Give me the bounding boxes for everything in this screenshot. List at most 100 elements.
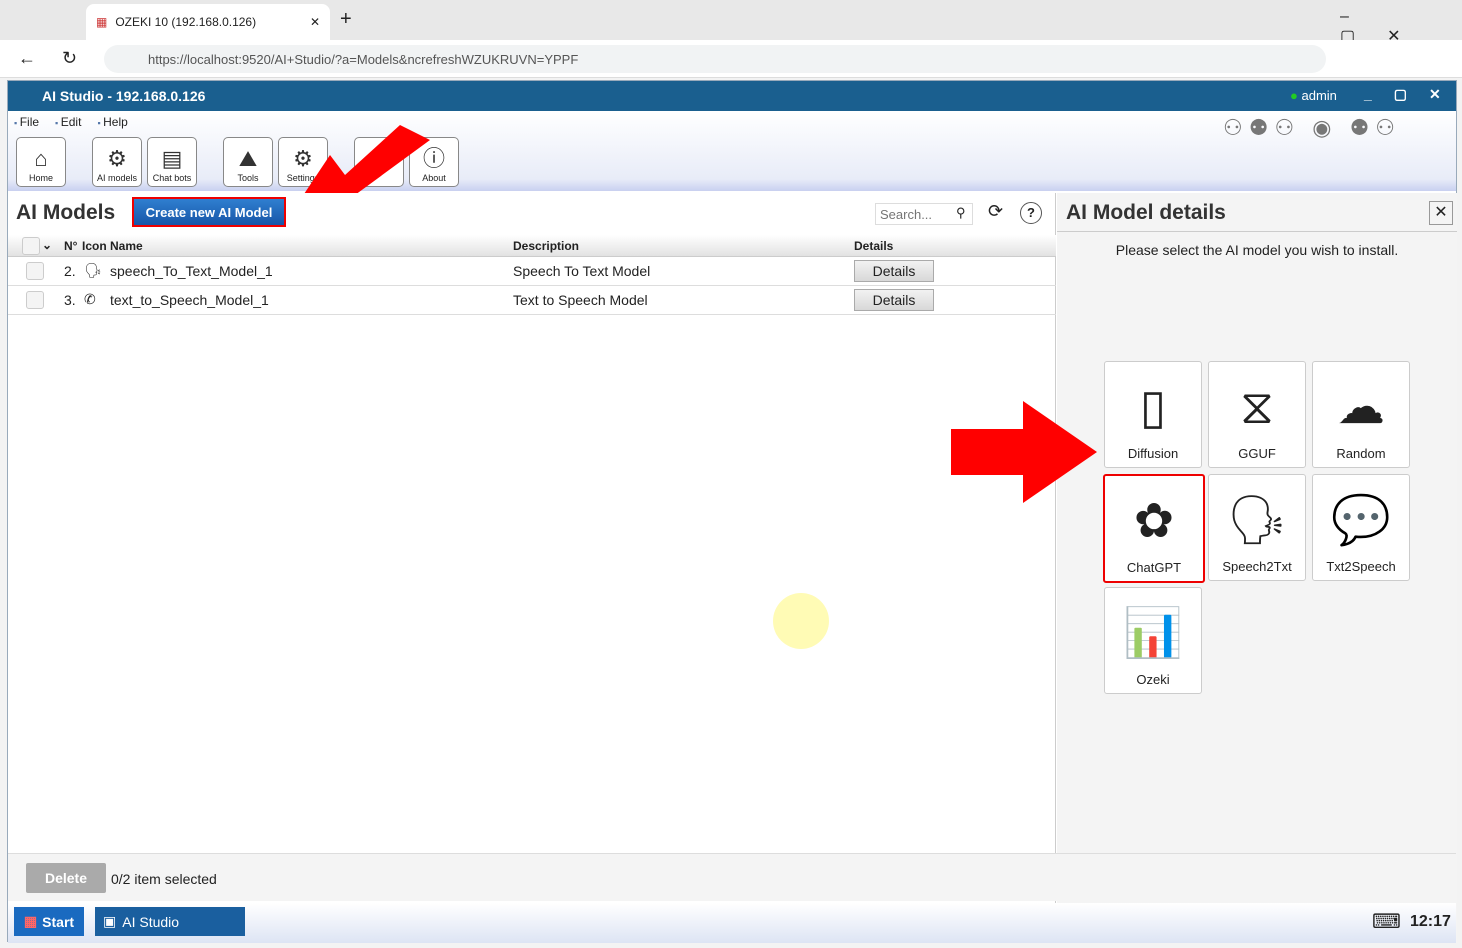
selection-status: 0/2 item selected: [111, 871, 217, 887]
taskbar: ▦ Start ▣ AI Studio ⌨ 12:17: [8, 903, 1456, 943]
tile-ozeki[interactable]: 📊 Ozeki: [1104, 587, 1202, 694]
address-bar: ← ↻ https://localhost:9520/AI+Studio/?a=…: [0, 40, 1462, 78]
toolbar-home[interactable]: ⌂ Home: [16, 137, 66, 187]
user-status[interactable]: ● admin: [1290, 88, 1337, 103]
help-icon[interactable]: ?: [1020, 202, 1042, 224]
menu-bar: File Edit Help: [14, 115, 128, 129]
cursor-highlight: [773, 593, 829, 649]
app-titlebar: AI Studio - 192.168.0.126 ● admin _▢✕: [8, 81, 1456, 111]
col-details: Details: [854, 239, 894, 253]
tile-label: Diffusion: [1127, 446, 1179, 461]
speech-to-text-icon: 🗣: [84, 262, 102, 278]
create-new-ai-model-button[interactable]: Create new AI Model: [132, 197, 286, 227]
menu-file[interactable]: File: [14, 115, 39, 129]
label: Chat bots: [152, 173, 192, 183]
speech2txt-icon: 🗣: [1226, 494, 1288, 547]
tile-label: Speech2Txt: [1222, 559, 1292, 574]
chatgpt-icon: ✿: [1133, 495, 1175, 548]
clock: 12:17: [1410, 913, 1451, 930]
tile-label: Txt2Speech: [1326, 559, 1396, 574]
label: AI models: [96, 173, 138, 183]
tile-txt2speech[interactable]: 💬 Txt2Speech: [1312, 474, 1410, 581]
toolbar-chat-bots[interactable]: ▤ Chat bots: [147, 137, 197, 187]
details-button[interactable]: Details: [854, 260, 934, 282]
label: Tools: [237, 173, 259, 183]
col-icon: Icon: [82, 239, 107, 253]
menu-edit[interactable]: Edit: [55, 115, 82, 129]
table-row[interactable]: 3. ✆ text_to_Speech_Model_1 Text to Spee…: [8, 286, 1056, 315]
tile-label: ChatGPT: [1126, 560, 1182, 575]
ai-model-details-panel: AI Model details ✕ Please select the AI …: [1057, 193, 1457, 943]
close-details-icon[interactable]: ✕: [1429, 201, 1453, 225]
close-tab-icon[interactable]: ✕: [310, 15, 320, 29]
favicon-icon: ▦: [96, 15, 108, 29]
menu-help[interactable]: Help: [97, 115, 128, 129]
row-checkbox[interactable]: [26, 262, 44, 280]
text-to-speech-icon: ✆: [84, 291, 96, 307]
ai-models-icon: ⚙: [107, 146, 127, 171]
online-icon: ●: [1290, 88, 1298, 103]
delete-button[interactable]: Delete: [26, 863, 106, 893]
app-window: AI Studio - 192.168.0.126 ● admin _▢✕ Fi…: [7, 80, 1457, 943]
chat-bots-icon: ▤: [161, 146, 183, 171]
diffusion-icon: ▯: [1139, 381, 1167, 434]
row-description: Text to Speech Model: [513, 292, 648, 308]
refresh-icon[interactable]: ↻: [62, 48, 77, 69]
ai-models-panel: AI Models Create new AI Model ⚲ ⟳ ? ⌄ N°…: [8, 193, 1056, 943]
select-dropdown-icon[interactable]: ⌄: [42, 238, 52, 252]
col-description: Description: [513, 239, 580, 253]
table-row[interactable]: 2. 🗣 speech_To_Text_Model_1 Speech To Te…: [8, 257, 1056, 286]
taskbar-ai-studio[interactable]: ▣ AI Studio: [95, 907, 245, 936]
toolbar-tools[interactable]: ⛰ Tools: [223, 137, 273, 187]
tile-label: Ozeki: [1136, 672, 1170, 687]
col-name[interactable]: Name: [110, 239, 143, 253]
tile-label: GGUF: [1238, 446, 1276, 461]
browser-tab[interactable]: ▦ OZEKI 10 (192.168.0.126) ✕: [86, 4, 330, 40]
start-button[interactable]: ▦ Start: [14, 907, 84, 936]
ai-studio-icon: ▣: [103, 913, 117, 929]
tile-gguf[interactable]: ⧖ GGUF: [1208, 361, 1306, 468]
search-icon[interactable]: ⚲: [956, 205, 966, 221]
app-title: AI Studio - 192.168.0.126: [42, 88, 206, 104]
row-name: speech_To_Text_Model_1: [110, 263, 273, 279]
random-icon: ☁: [1337, 381, 1385, 434]
tile-random[interactable]: ☁ Random: [1312, 361, 1410, 468]
new-tab-icon[interactable]: +: [340, 8, 352, 31]
tile-speech2txt[interactable]: 🗣 Speech2Txt: [1208, 474, 1306, 581]
row-description: Speech To Text Model: [513, 263, 651, 279]
start-icon: ▦: [23, 913, 38, 929]
browser-tab-bar: ▦ OZEKI 10 (192.168.0.126) ✕ + –▢✕: [0, 0, 1462, 45]
row-num: 2.: [64, 263, 76, 279]
details-button[interactable]: Details: [854, 289, 934, 311]
table-header: ⌄ N° Icon Name Description Details: [8, 235, 1056, 257]
home-icon: ⌂: [34, 146, 48, 171]
tools-icon: ⛰: [238, 146, 258, 171]
col-num: N°: [64, 239, 78, 253]
network-logo: ⚇⚉⚇ ◉ ⚉⚇: [1223, 115, 1402, 140]
taskbar-app-label: AI Studio: [122, 913, 180, 930]
tile-chatgpt[interactable]: ✿ ChatGPT: [1103, 474, 1205, 583]
user-name: admin: [1301, 88, 1337, 103]
install-prompt: Please select the AI model you wish to i…: [1057, 231, 1457, 258]
footer-bar: Delete 0/2 item selected: [8, 853, 1456, 901]
ozeki-icon: 📊: [1123, 607, 1183, 660]
start-label: Start: [42, 913, 75, 930]
row-name: text_to_Speech_Model_1: [110, 292, 269, 308]
row-num: 3.: [64, 292, 76, 308]
red-arrow-annotation: [951, 401, 1097, 503]
tile-diffusion[interactable]: ▯ Diffusion: [1104, 361, 1202, 468]
tile-label: Random: [1336, 446, 1386, 461]
back-icon[interactable]: ←: [18, 48, 36, 69]
row-checkbox[interactable]: [26, 291, 44, 309]
label: Home: [28, 173, 53, 183]
toolbar-ai-models[interactable]: ⚙ AI models: [92, 137, 142, 187]
menu-toolbar: File Edit Help ⌂ Home ⚙ AI models ▤ Chat bo…: [8, 111, 1456, 215]
tab-title: OZEKI 10 (192.168.0.126): [115, 15, 257, 29]
keyboard-icon[interactable]: ⌨: [1372, 909, 1401, 934]
url-input[interactable]: https://localhost:9520/AI+Studio/?a=Mode…: [104, 45, 1326, 73]
gguf-icon: ⧖: [1240, 381, 1274, 434]
app-window-controls[interactable]: _▢✕: [1364, 86, 1462, 103]
txt2speech-icon: 💬: [1331, 494, 1391, 547]
refresh-icon[interactable]: ⟳: [988, 201, 1003, 222]
select-all-checkbox[interactable]: [22, 237, 40, 255]
